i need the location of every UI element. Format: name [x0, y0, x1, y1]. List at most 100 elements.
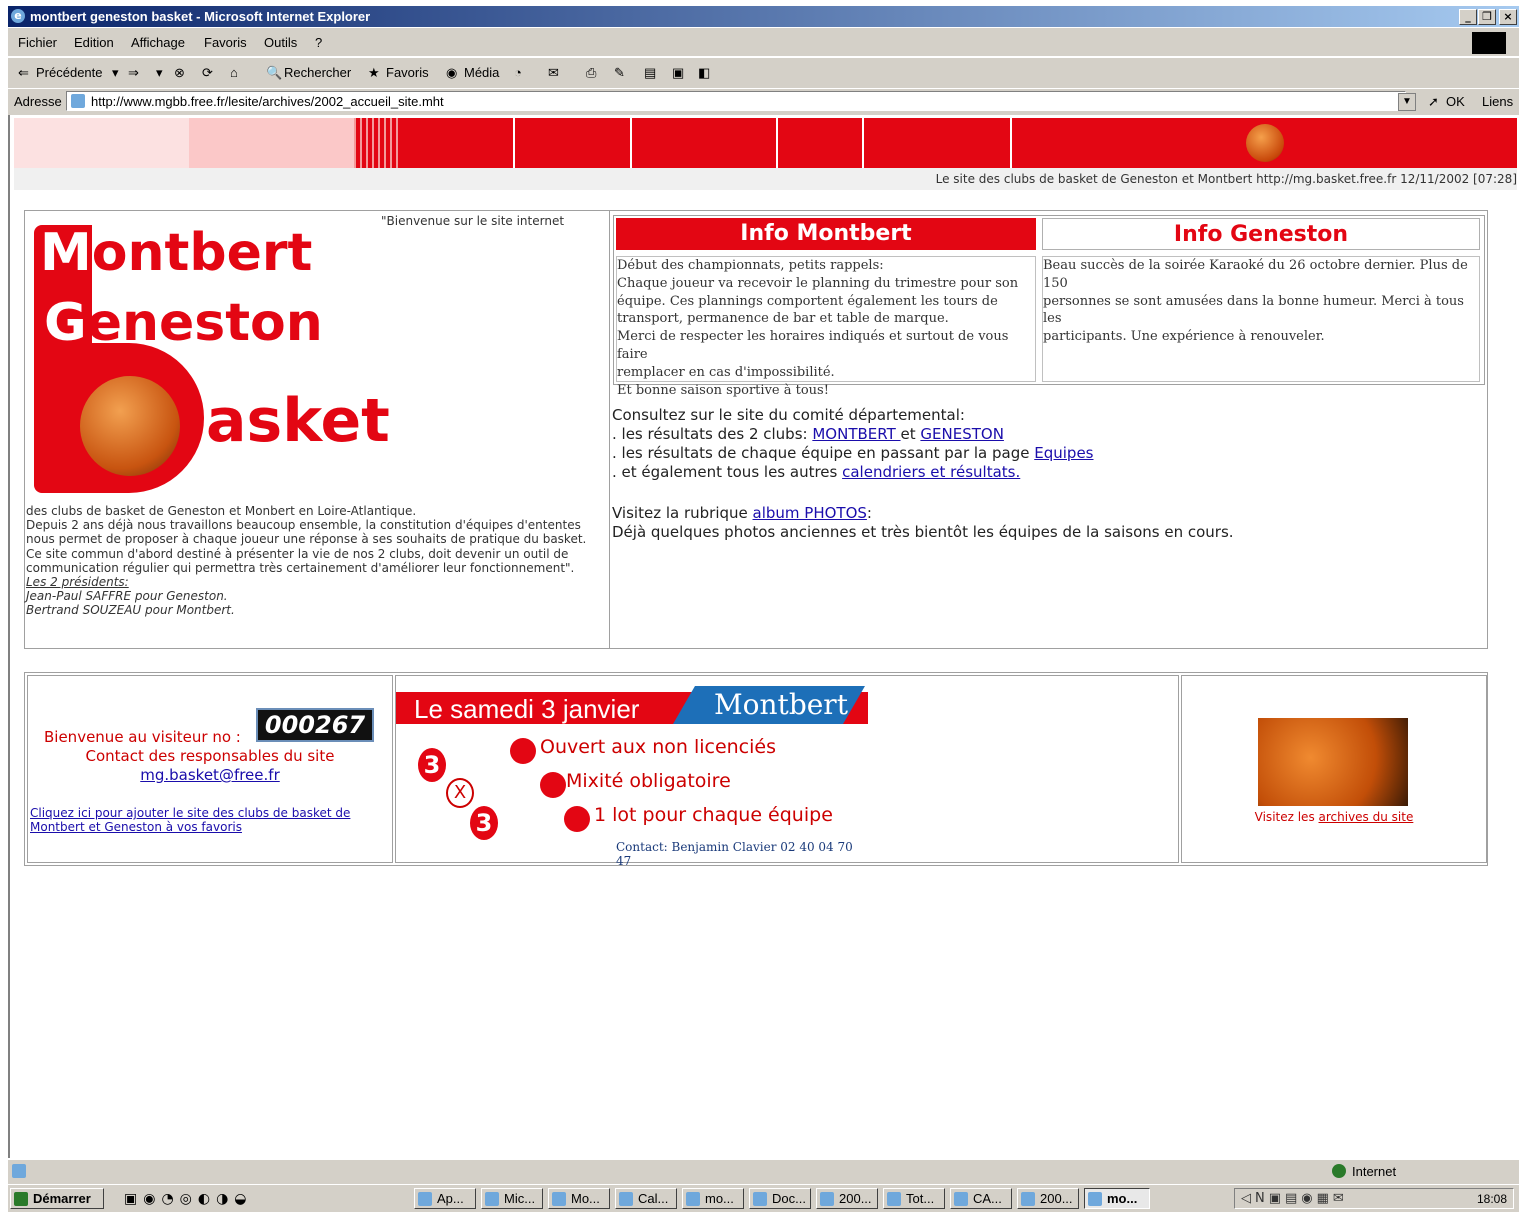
archives-thumbnail[interactable]: [1258, 718, 1408, 806]
photos-text: Déjà quelques photos anciennes et très b…: [612, 523, 1234, 541]
task-9[interactable]: CA...: [950, 1188, 1012, 1209]
address-dropdown-icon[interactable]: ▼: [1398, 93, 1416, 111]
search-button[interactable]: Rechercher: [284, 65, 351, 80]
menu-favoris[interactable]: Favoris: [204, 35, 247, 50]
main-panel: Montbert Geneston asket "Bienvenue sur l…: [24, 210, 1488, 649]
home-icon[interactable]: ⌂: [230, 65, 238, 80]
menu-bar: Fichier Edition Affichage Favoris Outils…: [8, 28, 1519, 56]
menu-affichage[interactable]: Affichage: [131, 35, 185, 50]
task-10[interactable]: 200...: [1017, 1188, 1079, 1209]
archives-link[interactable]: archives du site: [1319, 810, 1414, 824]
page-icon: [71, 94, 85, 108]
visitor-box: Bienvenue au visiteur no : 000267 Contac…: [27, 675, 393, 863]
forward-icon[interactable]: ⇒: [128, 65, 139, 81]
discuss-icon[interactable]: ▤: [644, 65, 656, 81]
site-info-strip: Le site des clubs de basket de Geneston …: [14, 168, 1517, 190]
task-2[interactable]: Mic...: [481, 1188, 543, 1209]
media-button[interactable]: Média: [464, 65, 499, 80]
go-button[interactable]: OK: [1446, 94, 1465, 109]
links-button[interactable]: Liens: [1482, 94, 1513, 109]
calendars-link[interactable]: calendriers et résultats.: [842, 463, 1020, 481]
president-geneston: Jean-Paul SAFFRE pour Geneston.: [26, 589, 228, 604]
print-icon[interactable]: ⎙: [586, 65, 596, 81]
toolbar: ⇐ Précédente ▾ ⇒ ▾ ⊗ ⟳ ⌂ 🔍 Rechercher ★ …: [8, 57, 1519, 88]
close-button[interactable]: ×: [1499, 9, 1517, 25]
welcome-text: des clubs de basket de Geneston et Monbe…: [26, 504, 587, 618]
welcome-column: Montbert Geneston asket "Bienvenue sur l…: [25, 211, 610, 648]
club-logo: Montbert Geneston asket: [28, 213, 390, 501]
history-icon[interactable]: ◔: [514, 65, 522, 80]
task-5[interactable]: mo...: [682, 1188, 744, 1209]
refresh-icon[interactable]: ⟳: [202, 65, 213, 81]
email-link[interactable]: mg.basket@free.fr: [140, 766, 279, 784]
restore-button[interactable]: ❐: [1478, 9, 1496, 25]
geneston-results-link[interactable]: GENESTON: [920, 425, 1004, 443]
windows-logo-icon: [1472, 32, 1506, 54]
event-place: Montbert: [714, 688, 848, 721]
montbert-results-link[interactable]: MONTBERT: [812, 425, 900, 443]
photos-album-link[interactable]: album PHOTOS: [753, 504, 867, 522]
event-box: Le samedi 3 janvier Montbert Ouvert aux …: [395, 675, 1179, 868]
add-favorites-link[interactable]: Cliquez ici pour ajouter le site des clu…: [30, 806, 350, 834]
menu-outils[interactable]: Outils: [264, 35, 297, 50]
favorites-icon[interactable]: ★: [368, 65, 380, 81]
event-item-prize: 1 lot pour chaque équipe: [594, 804, 833, 826]
task-4[interactable]: Cal...: [615, 1188, 677, 1209]
go-arrow-icon[interactable]: ➚: [1428, 94, 1439, 110]
stop-icon[interactable]: ⊗: [174, 65, 185, 81]
event-item-mixed: Mixité obligatoire: [566, 770, 731, 792]
consult-intro: Consultez sur le site du comité départem…: [612, 406, 965, 424]
related-icon[interactable]: ◧: [698, 65, 710, 81]
favorites-button[interactable]: Favoris: [386, 65, 429, 80]
back-button[interactable]: Précédente: [36, 65, 103, 80]
bottom-panel: Bienvenue au visiteur no : 000267 Contac…: [24, 672, 1488, 868]
site-banner: [14, 118, 1517, 168]
task-3[interactable]: Mo...: [548, 1188, 610, 1209]
system-tray: ◁N▣▤◉▦✉ 18:08: [1234, 1188, 1514, 1209]
edit-icon[interactable]: ✎: [614, 65, 625, 81]
clock: 18:08: [1476, 1192, 1507, 1206]
news-column: Info Montbert Info Geneston Début des ch…: [611, 211, 1487, 648]
equipes-link[interactable]: Equipes: [1034, 444, 1093, 462]
badge-3-bottom: 3: [470, 806, 498, 840]
taskbar: Démarrer ▣◉◔◎◐◑◒ Ap... Mic... Mo... Cal.…: [8, 1184, 1519, 1212]
status-bar: Internet: [8, 1159, 1519, 1184]
presidents-label: Les 2 présidents:: [26, 575, 129, 590]
mail-icon[interactable]: ✉: [548, 65, 559, 81]
search-icon[interactable]: 🔍: [266, 65, 282, 81]
start-button[interactable]: Démarrer: [10, 1188, 104, 1209]
address-url: http://www.mgbb.free.fr/lesite/archives/…: [91, 94, 444, 109]
info-table: Info Montbert Info Geneston Début des ch…: [613, 215, 1485, 398]
window-titlebar[interactable]: e montbert geneston basket - Microsoft I…: [8, 6, 1519, 27]
forward-dropdown-icon[interactable]: ▾: [156, 65, 163, 81]
media-icon[interactable]: ◉: [446, 65, 457, 81]
address-input[interactable]: http://www.mgbb.free.fr/lesite/archives/…: [66, 91, 1406, 111]
event-item-open: Ouvert aux non licenciés: [540, 736, 776, 758]
page-status-icon: [12, 1164, 26, 1178]
info-montbert-title: Info Montbert: [616, 218, 1036, 250]
back-arrow-icon[interactable]: ⇐: [18, 65, 29, 81]
president-montbert: Bertrand SOUZEAU pour Montbert.: [26, 603, 235, 618]
back-dropdown-icon[interactable]: ▾: [112, 65, 119, 81]
welcome-quote: "Bienvenue sur le site internet: [381, 214, 565, 228]
site-info-text: Le site des clubs de basket de Geneston …: [935, 172, 1517, 186]
task-8[interactable]: Tot...: [883, 1188, 945, 1209]
consult-section: Consultez sur le site du comité départem…: [612, 406, 1234, 541]
basketball-icon: [1246, 124, 1284, 162]
event-date: Le samedi 3 janvier: [414, 694, 640, 724]
task-1[interactable]: Ap...: [414, 1188, 476, 1209]
messenger-icon[interactable]: ▣: [672, 65, 684, 81]
quick-launch-icons[interactable]: ▣◉◔◎◐◑◒: [124, 1191, 253, 1207]
menu-edition[interactable]: Edition: [74, 35, 114, 50]
archives-box: Visitez les archives du site: [1181, 675, 1487, 863]
task-6[interactable]: Doc...: [749, 1188, 811, 1209]
task-11-active[interactable]: mo...: [1084, 1188, 1150, 1209]
info-montbert-body: Début des championnats, petits rappels: …: [616, 256, 1036, 398]
minimize-button[interactable]: _: [1459, 9, 1477, 25]
menu-help[interactable]: ?: [315, 35, 322, 50]
task-7[interactable]: 200...: [816, 1188, 878, 1209]
zone-label: Internet: [1352, 1164, 1397, 1179]
tray-icons[interactable]: ◁N▣▤◉▦✉: [1241, 1191, 1348, 1206]
menu-fichier[interactable]: Fichier: [18, 35, 57, 50]
badge-x: X: [446, 778, 474, 808]
